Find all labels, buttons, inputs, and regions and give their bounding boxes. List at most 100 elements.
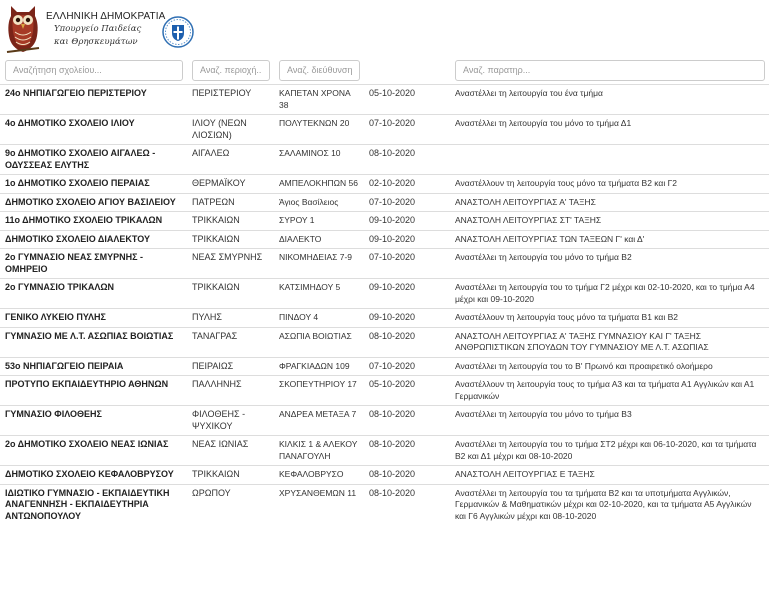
notes-search-input[interactable] [455, 59, 765, 81]
area-cell: ΠΑΤΡΕΩΝ [187, 192, 274, 212]
date-cell: 08-10-2020 [364, 326, 450, 357]
date-cell: 07-10-2020 [364, 114, 450, 145]
area-cell: ΠΥΛΗΣ [187, 308, 274, 327]
date-cell: 09-10-2020 [364, 229, 450, 249]
address-cell: ΚΙΛΚΙΣ 1 & ΑΛΕΚΟΥ ΠΑΝΑΓΟΥΛΗ [274, 435, 364, 466]
date-cell: 05-10-2020 [364, 84, 450, 115]
address-cell: ΣΚΟΠΕΥΤΗΡΙΟΥ 17 [274, 375, 364, 406]
area-cell: ΝΕΑΣ ΙΩΝΙΑΣ [187, 435, 274, 466]
school-name-cell: 11ο ΔΗΜΟΤΙΚΟ ΣΧΟΛΕΙΟ ΤΡΙΚΑΛΩΝ [0, 211, 187, 230]
area-cell: ΩΡΩΠΟΥ [187, 483, 274, 525]
notes-cell: ΑΝΑΣΤΟΛΗ ΛΕΙΤΟΥΡΓΙΑΣ Α' ΤΑΞΗΣ ΓΥΜΝΑΣΙΟΥ … [450, 326, 769, 357]
notes-cell: ΑΝΑΣΤΟΛΗ ΛΕΙΤΟΥΡΓΙΑΣ ΤΩΝ ΤΑΞΕΩΝ Γ' και Δ… [450, 229, 769, 249]
filter-row [0, 56, 769, 85]
date-cell: 08-10-2020 [364, 144, 450, 175]
notes-cell: Αναστέλλει τη λειτουργία του ένα τμήμα [450, 84, 769, 115]
table-row: ΠΡΟΤΥΠΟ ΕΚΠΑΙΔΕΥΤΗΡΙΟ ΑΘΗΝΩΝ ΠΑΛΛΗΝΗΣ ΣΚΟΠ… [0, 375, 769, 406]
school-name-cell: ΔΗΜΟΤΙΚΟ ΣΧΟΛΕΙΟ ΚΕΦΑΛΟΒΡΥΣΟΥ [0, 465, 187, 484]
school-name-cell: ΙΔΙΩΤΙΚΟ ΓΥΜΝΑΣΙΟ - ΕΚΠΑΙΔΕΥΤΙΚΗ ΑΝΑΓΕΝΝ… [0, 483, 187, 525]
school-name-cell: 9ο ΔΗΜΟΤΙΚΟ ΣΧΟΛΕΙΟ ΑΙΓΑΛΕΩ - ΟΔΥΣΣΕΑΣ Ε… [0, 144, 187, 175]
address-cell: ΝΙΚΟΜΗΔΕΙΑΣ 7-9 [274, 248, 364, 279]
area-cell: ΦΙΛΟΘΕΗΣ - ΨΥΧΙΚΟΥ [187, 405, 274, 436]
school-name-cell: ΓΥΜΝΑΣΙΟ ΜΕ Λ.Τ. ΑΣΩΠΙΑΣ ΒΟΙΩΤΙΑΣ [0, 326, 187, 357]
area-cell: ΘΕΡΜΑΪΚΟΥ [187, 174, 274, 193]
ministry-line-2: Υπουργείο Παιδείας [54, 24, 142, 34]
address-cell: ΦΡΑΓΚΙΑΔΩΝ 109 [274, 356, 364, 376]
table-row: ΓΥΜΝΑΣΙΟ ΜΕ Λ.Τ. ΑΣΩΠΙΑΣ ΒΟΙΩΤΙΑΣ ΤΑΝΑΓΡΑ… [0, 326, 769, 357]
table-row: 4ο ΔΗΜΟΤΙΚΟ ΣΧΟΛΕΙΟ ΙΛΙΟΥ ΙΛΙΟΥ (ΝΕΩΝ ΛΙΟ… [0, 114, 769, 145]
school-name-cell: 24ο ΝΗΠΙΑΓΩΓΕΙΟ ΠΕΡΙΣΤΕΡΙΟΥ [0, 84, 187, 115]
school-name-cell: ΓΕΝΙΚΟ ΛΥΚΕΙΟ ΠΥΛΗΣ [0, 308, 187, 327]
area-search-input[interactable] [192, 59, 270, 81]
notes-cell [450, 144, 769, 175]
address-cell: ΑΣΩΠΙΑ ΒΟΙΩΤΙΑΣ [274, 326, 364, 357]
school-name-cell: 2ο ΓΥΜΝΑΣΙΟ ΝΕΑΣ ΣΜΥΡΝΗΣ - ΟΜΗΡΕΙΟ [0, 248, 187, 279]
table-row: 2ο ΓΥΜΝΑΣΙΟ ΤΡΙΚΑΛΩΝ ΤΡΙΚΚΑΙΩΝ ΚΑΤΣΙΜΗΔΟΥ … [0, 278, 769, 309]
address-cell: ΣΑΛΑΜΙΝΟΣ 10 [274, 144, 364, 175]
table-row: 11ο ΔΗΜΟΤΙΚΟ ΣΧΟΛΕΙΟ ΤΡΙΚΑΛΩΝ ΤΡΙΚΚΑΙΩΝ ΣΥ… [0, 211, 769, 230]
school-name-cell: ΓΥΜΝΑΣΙΟ ΦΙΛΟΘΕΗΣ [0, 405, 187, 436]
notes-cell: Αναστέλλουν τη λειτουργία τους μόνο τα τ… [450, 174, 769, 193]
area-cell: ΠΑΛΛΗΝΗΣ [187, 375, 274, 406]
date-cell: 08-10-2020 [364, 405, 450, 436]
notes-cell: Αναστέλλει τη λειτουργία του μόνο το τμή… [450, 114, 769, 145]
school-name-cell: ΔΗΜΟΤΙΚΟ ΣΧΟΛΕΙΟ ΑΓΙΟΥ ΒΑΣΙΛΕΙΟΥ [0, 192, 187, 212]
address-cell: ΧΡΥΣΑΝΘΕΜΩΝ 11 [274, 483, 364, 525]
date-cell: 02-10-2020 [364, 174, 450, 193]
site-header: ΕΛΛΗΝΙΚΗ ΔΗΜΟΚΡΑΤΙΑ Υπουργείο Παιδείας κ… [0, 0, 769, 56]
notes-cell: Αναστέλλει τη λειτουργία του μόνο το τμή… [450, 248, 769, 279]
table-row: ΙΔΙΩΤΙΚΟ ΓΥΜΝΑΣΙΟ - ΕΚΠΑΙΔΕΥΤΙΚΗ ΑΝΑΓΕΝΝ… [0, 483, 769, 525]
date-cell: 09-10-2020 [364, 211, 450, 230]
ministry-title: ΕΛΛΗΝΙΚΗ ΔΗΜΟΚΡΑΤΙΑ Υπουργείο Παιδείας κ… [46, 10, 165, 49]
owl-logo-icon [6, 6, 40, 53]
table-row: 2ο ΓΥΜΝΑΣΙΟ ΝΕΑΣ ΣΜΥΡΝΗΣ - ΟΜΗΡΕΙΟ ΝΕΑΣ Σ… [0, 248, 769, 279]
address-cell: ΣΥΡΟΥ 1 [274, 211, 364, 230]
notes-cell: ΑΝΑΣΤΟΛΗ ΛΕΙΤΟΥΡΓΙΑΣ Α' ΤΑΞΗΣ [450, 192, 769, 212]
area-cell: ΠΕΡΙΣΤΕΡΙΟΥ [187, 84, 274, 115]
date-cell: 09-10-2020 [364, 278, 450, 309]
school-name-cell: ΔΗΜΟΤΙΚΟ ΣΧΟΛΕΙΟ ΔΙΑΛΕΚΤΟΥ [0, 229, 187, 249]
ministry-line-3: και Θρησκευμάτων [54, 37, 138, 47]
date-cell: 07-10-2020 [364, 192, 450, 212]
date-cell: 05-10-2020 [364, 375, 450, 406]
notes-cell: Αναστέλλει τη λειτουργία του το Β' Πρωιν… [450, 356, 769, 376]
area-cell: ΤΑΝΑΓΡΑΣ [187, 326, 274, 357]
area-cell: ΑΙΓΑΛΕΩ [187, 144, 274, 175]
notes-cell: ΑΝΑΣΤΟΛΗ ΛΕΙΤΟΥΡΓΙΑΣ Ε ΤΑΞΗΣ [450, 465, 769, 484]
date-cell: 07-10-2020 [364, 248, 450, 279]
area-cell: ΤΡΙΚΚΑΙΩΝ [187, 465, 274, 484]
table-row: 1ο ΔΗΜΟΤΙΚΟ ΣΧΟΛΕΙΟ ΠΕΡΑΙΑΣ ΘΕΡΜΑΪΚΟΥ ΑΜΠΕ… [0, 174, 769, 193]
date-cell: 08-10-2020 [364, 465, 450, 484]
closures-table: 24ο ΝΗΠΙΑΓΩΓΕΙΟ ΠΕΡΙΣΤΕΡΙΟΥΠΕΡΙΣΤΕΡΙΟΥΚΑ… [0, 56, 769, 525]
greek-coat-of-arms-icon [162, 16, 194, 48]
area-cell: ΤΡΙΚΚΑΙΩΝ [187, 278, 274, 309]
table-row: ΓΕΝΙΚΟ ΛΥΚΕΙΟ ΠΥΛΗΣ ΠΥΛΗΣ ΠΙΝΔΟΥ 4 09-10-20… [0, 308, 769, 327]
table-row: ΔΗΜΟΤΙΚΟ ΣΧΟΛΕΙΟ ΔΙΑΛΕΚΤΟΥ ΤΡΙΚΚΑΙΩΝ ΔΙΑΛΕ… [0, 229, 769, 249]
date-cell: 08-10-2020 [364, 483, 450, 525]
date-cell: 09-10-2020 [364, 308, 450, 327]
address-cell: ΚΑΤΣΙΜΗΔΟΥ 5 [274, 278, 364, 309]
area-cell: ΙΛΙΟΥ (ΝΕΩΝ ΛΙΟΣΙΩΝ) [187, 114, 274, 145]
table-row: 24ο ΝΗΠΙΑΓΩΓΕΙΟ ΠΕΡΙΣΤΕΡΙΟΥ ΠΕΡΙΣΤΕΡΙΟΥ ΚΑ… [0, 84, 769, 115]
notes-cell: ΑΝΑΣΤΟΛΗ ΛΕΙΤΟΥΡΓΙΑΣ ΣΤ' ΤΑΞΗΣ [450, 211, 769, 230]
area-cell: ΠΕΙΡΑΙΩΣ [187, 356, 274, 376]
school-name-cell: 2ο ΓΥΜΝΑΣΙΟ ΤΡΙΚΑΛΩΝ [0, 278, 187, 309]
notes-cell: Αναστέλλει τη λειτουργία του τα τμήματα … [450, 483, 769, 525]
address-cell: ΚΑΠΕΤΑΝ ΧΡΟΝΑ 38 [274, 84, 364, 115]
area-cell: ΤΡΙΚΚΑΙΩΝ [187, 211, 274, 230]
area-cell: ΤΡΙΚΚΑΙΩΝ [187, 229, 274, 249]
address-search-input[interactable] [279, 59, 360, 81]
school-name-cell: 53ο ΝΗΠΙΑΓΩΓΕΙΟ ΠΕΙΡΑΙΑ [0, 356, 187, 376]
school-name-cell: 1ο ΔΗΜΟΤΙΚΟ ΣΧΟΛΕΙΟ ΠΕΡΑΙΑΣ [0, 174, 187, 193]
date-cell: 08-10-2020 [364, 435, 450, 466]
school-search-input[interactable] [5, 59, 183, 81]
school-name-cell: 4ο ΔΗΜΟΤΙΚΟ ΣΧΟΛΕΙΟ ΙΛΙΟΥ [0, 114, 187, 145]
table-row: 53ο ΝΗΠΙΑΓΩΓΕΙΟ ΠΕΙΡΑΙΑ ΠΕΙΡΑΙΩΣ ΦΡΑΓΚΙΑΔΩ… [0, 356, 769, 376]
area-cell: ΝΕΑΣ ΣΜΥΡΝΗΣ [187, 248, 274, 279]
address-cell: ΑΝΔΡΕΑ ΜΕΤΑΞΑ 7 [274, 405, 364, 436]
notes-cell: Αναστέλλει τη λειτουργία του μόνο το τμή… [450, 405, 769, 436]
school-name-cell: ΠΡΟΤΥΠΟ ΕΚΠΑΙΔΕΥΤΗΡΙΟ ΑΘΗΝΩΝ [0, 375, 187, 406]
address-cell: ΑΜΠΕΛΟΚΗΠΩΝ 56 [274, 174, 364, 193]
address-cell: Άγιος Βασίλειος [274, 192, 364, 212]
notes-cell: Αναστέλλει τη λειτουργία του το τμήμα Γ2… [450, 278, 769, 309]
